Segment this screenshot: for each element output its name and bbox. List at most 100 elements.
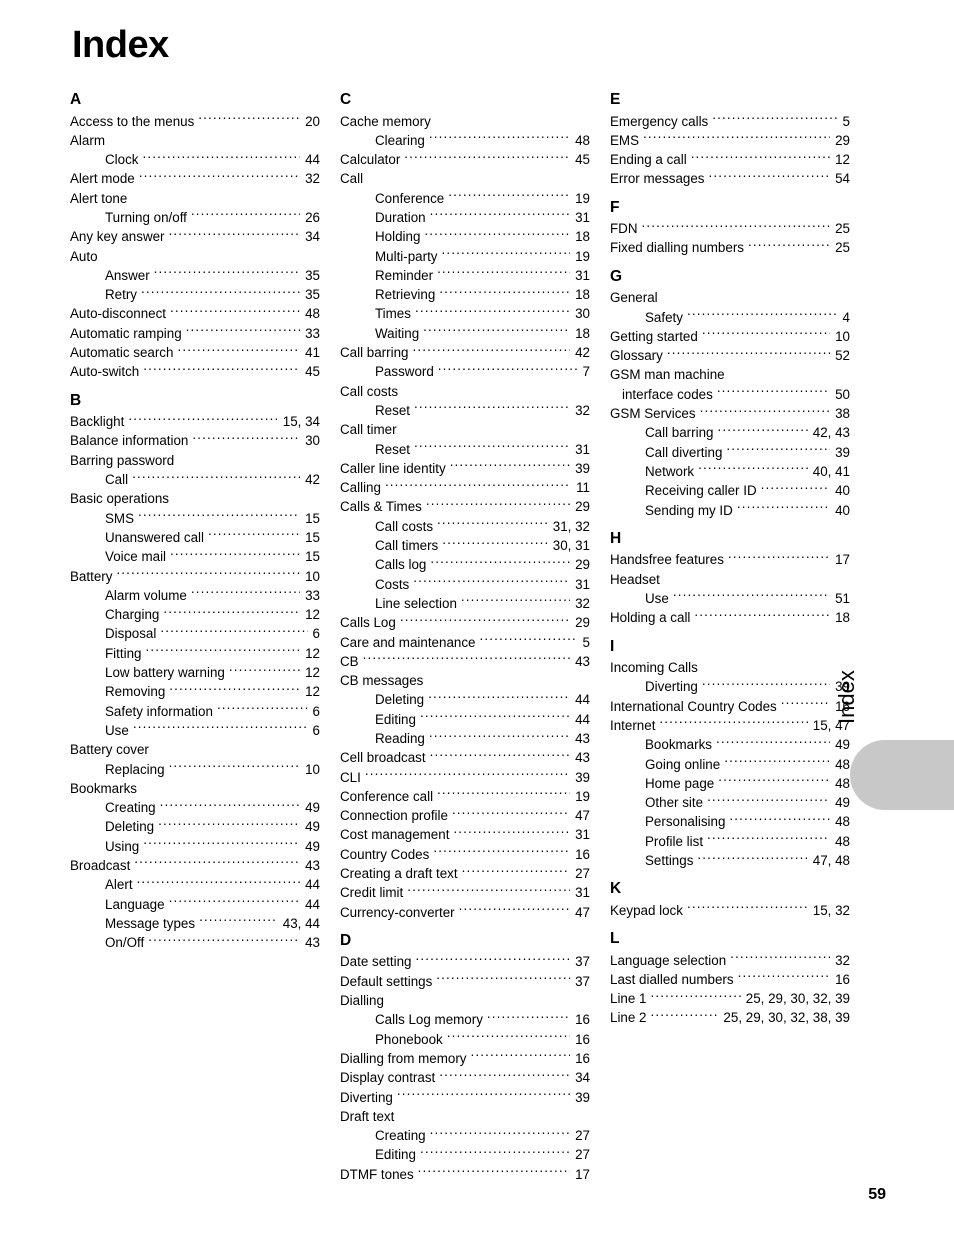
index-entry[interactable]: Internet15, 47 (610, 716, 850, 735)
index-entry[interactable]: Last dialled numbers 16 (610, 970, 850, 989)
index-entry[interactable]: International Country Codes16 (610, 697, 850, 716)
index-entry[interactable]: Conference call 19 (340, 787, 590, 806)
index-entry[interactable]: Settings 47, 48 (610, 851, 850, 870)
index-entry[interactable]: Glossary 52 (610, 346, 850, 365)
index-entry[interactable]: Diverting39 (610, 677, 850, 696)
index-entry[interactable]: Date setting 37 (340, 952, 590, 971)
index-entry[interactable]: Replacing 10 (70, 760, 320, 779)
index-entry[interactable]: Language 44 (70, 895, 320, 914)
index-entry[interactable]: Clock 44 (70, 150, 320, 169)
index-entry[interactable]: Call barring 42 (340, 343, 590, 362)
index-entry[interactable]: Times 30 (340, 304, 590, 323)
index-entry[interactable]: Reminder 31 (340, 266, 590, 285)
index-entry[interactable]: Home page 48 (610, 774, 850, 793)
index-entry[interactable]: Network 40, 41 (610, 462, 850, 481)
index-entry[interactable]: Receiving caller ID 40 (610, 481, 850, 500)
index-entry[interactable]: Calls log 29 (340, 555, 590, 574)
index-entry[interactable]: Password 7 (340, 362, 590, 381)
index-entry[interactable]: Reading 43 (340, 729, 590, 748)
index-entry[interactable]: Error messages 54 (610, 169, 850, 188)
index-entry[interactable]: Calls Log 29 (340, 613, 590, 632)
index-entry[interactable]: Personalising 48 (610, 812, 850, 831)
index-entry[interactable]: Access to the menus 20 (70, 112, 320, 131)
index-entry[interactable]: Call timer (340, 420, 590, 439)
index-entry[interactable]: Use 51 (610, 589, 850, 608)
index-entry[interactable]: Bookmarks (70, 779, 320, 798)
index-entry[interactable]: Unanswered call 15 (70, 528, 320, 547)
index-entry[interactable]: Country Codes 16 (340, 845, 590, 864)
index-entry[interactable]: Dialling from memory 16 (340, 1049, 590, 1068)
index-entry[interactable]: Low battery warning 12 (70, 663, 320, 682)
index-entry[interactable]: Other site 49 (610, 793, 850, 812)
index-entry[interactable]: Alert tone (70, 189, 320, 208)
index-entry[interactable]: Profile list 48 (610, 832, 850, 851)
index-entry[interactable]: Safety information 6 (70, 702, 320, 721)
index-entry[interactable]: Deleting 44 (340, 690, 590, 709)
index-entry[interactable]: Ending a call 12 (610, 150, 850, 169)
index-entry[interactable]: Creating 27 (340, 1126, 590, 1145)
index-entry[interactable]: Reset 32 (340, 401, 590, 420)
index-entry[interactable]: interface codes 50 (610, 385, 850, 404)
index-entry[interactable]: Creating a draft text 27 (340, 864, 590, 883)
index-entry[interactable]: Battery cover (70, 740, 320, 759)
index-entry[interactable]: Caller line identity 39 (340, 459, 590, 478)
index-entry[interactable]: Clearing 48 (340, 131, 590, 150)
index-entry[interactable]: Dialling (340, 991, 590, 1010)
index-entry[interactable]: FDN 25 (610, 219, 850, 238)
index-entry[interactable]: Using 49 (70, 837, 320, 856)
index-entry[interactable]: Waiting 18 (340, 324, 590, 343)
index-entry[interactable]: Conference 19 (340, 189, 590, 208)
index-entry[interactable]: Currency-converter 47 (340, 903, 590, 922)
index-entry[interactable]: Care and maintenance 5 (340, 633, 590, 652)
index-entry[interactable]: Call 42 (70, 470, 320, 489)
index-entry[interactable]: Call costs 31, 32 (340, 517, 590, 536)
index-entry[interactable]: Default settings 37 (340, 972, 590, 991)
index-entry[interactable]: Fixed dialling numbers 25 (610, 238, 850, 257)
index-entry[interactable]: Automatic ramping 33 (70, 324, 320, 343)
index-entry[interactable]: GSM Services 38 (610, 404, 850, 423)
index-entry[interactable]: Line selection 32 (340, 594, 590, 613)
index-entry[interactable]: Turning on/off 26 (70, 208, 320, 227)
index-entry[interactable]: Backlight 15, 34 (70, 412, 320, 431)
index-entry[interactable]: Basic operations (70, 489, 320, 508)
index-entry[interactable]: Reset 31 (340, 440, 590, 459)
index-entry[interactable]: Alert 44 (70, 875, 320, 894)
index-entry[interactable]: Retrieving 18 (340, 285, 590, 304)
index-entry[interactable]: Display contrast 34 (340, 1068, 590, 1087)
index-entry[interactable]: Battery 10 (70, 567, 320, 586)
index-entry[interactable]: Calculator 45 (340, 150, 590, 169)
index-entry[interactable]: Removing 12 (70, 682, 320, 701)
index-entry[interactable]: Barring password (70, 451, 320, 470)
index-entry[interactable]: Handsfree features 17 (610, 550, 850, 569)
index-entry[interactable]: Call (340, 169, 590, 188)
index-entry[interactable]: Any key answer 34 (70, 227, 320, 246)
index-entry[interactable]: Connection profile 47 (340, 806, 590, 825)
index-entry[interactable]: Line 2 25, 29, 30, 32, 38, 39 (610, 1008, 850, 1027)
index-entry[interactable]: Costs 31 (340, 575, 590, 594)
index-entry[interactable]: Going online 48 (610, 755, 850, 774)
index-entry[interactable]: Safety 4 (610, 308, 850, 327)
index-entry[interactable]: Cost management 31 (340, 825, 590, 844)
index-entry[interactable]: CLI 39 (340, 768, 590, 787)
index-entry[interactable]: Duration 31 (340, 208, 590, 227)
index-entry[interactable]: Draft text (340, 1107, 590, 1126)
index-entry[interactable]: Auto-switch 45 (70, 362, 320, 381)
index-entry[interactable]: Disposal 6 (70, 624, 320, 643)
index-entry[interactable]: On/Off 43 (70, 933, 320, 952)
index-entry[interactable]: Bookmarks49 (610, 735, 850, 754)
index-entry[interactable]: GSM man machine (610, 365, 850, 384)
index-entry[interactable]: Call diverting 39 (610, 443, 850, 462)
index-entry[interactable]: Message types 43, 44 (70, 914, 320, 933)
index-entry[interactable]: CB 43 (340, 652, 590, 671)
index-entry[interactable]: Call costs (340, 382, 590, 401)
index-entry[interactable]: Calls & Times 29 (340, 497, 590, 516)
index-entry[interactable]: Headset (610, 570, 850, 589)
index-entry[interactable]: Automatic search 41 (70, 343, 320, 362)
index-entry[interactable]: Voice mail 15 (70, 547, 320, 566)
index-entry[interactable]: Creating 49 (70, 798, 320, 817)
index-entry[interactable]: Alarm (70, 131, 320, 150)
index-entry[interactable]: EMS 29 (610, 131, 850, 150)
index-entry[interactable]: Alert mode 32 (70, 169, 320, 188)
index-entry[interactable]: Getting started 10 (610, 327, 850, 346)
index-entry[interactable]: Diverting39 (340, 1088, 590, 1107)
